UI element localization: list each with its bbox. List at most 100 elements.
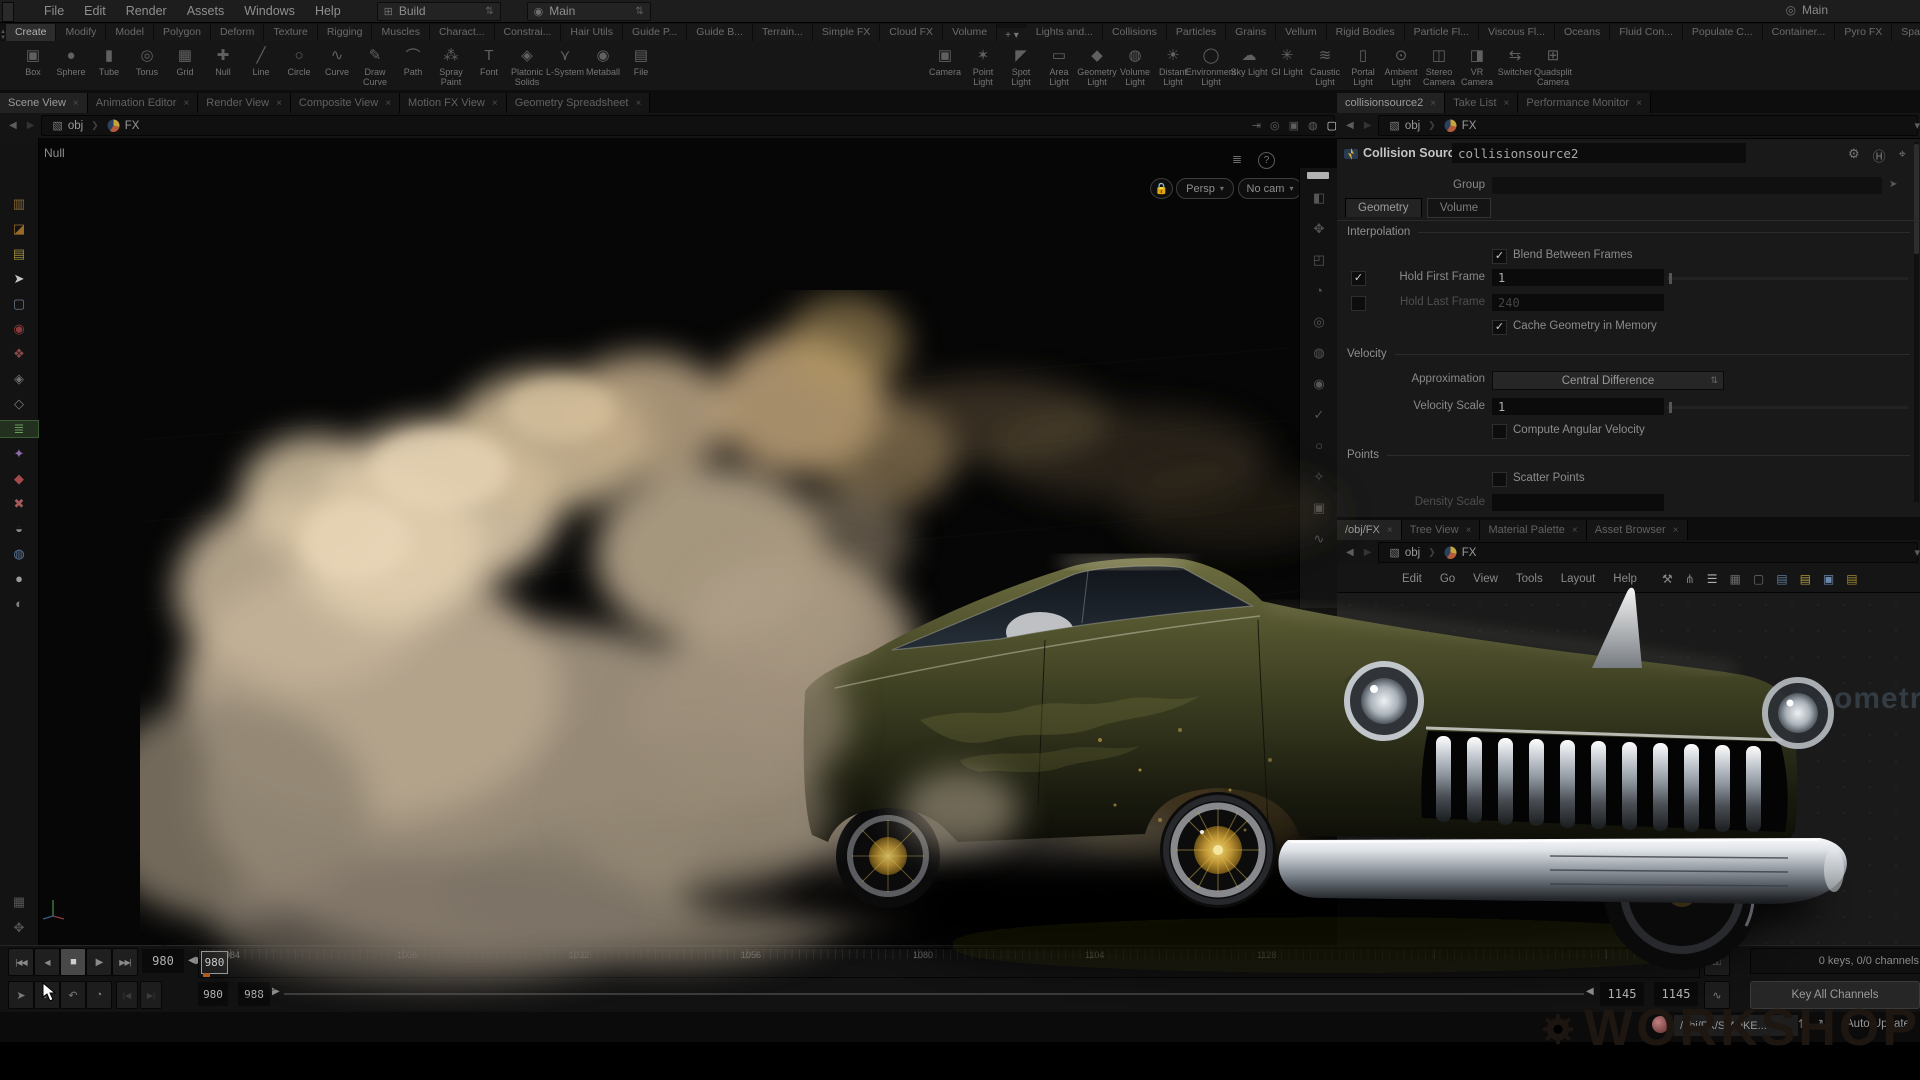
shelf-tool[interactable]: ✳ GI Light xyxy=(1268,41,1306,87)
shelf-tool[interactable]: ⌒ Path xyxy=(394,41,432,87)
pane-tab[interactable]: Performance Monitor× xyxy=(1518,93,1651,113)
go-to-end-button[interactable]: ▶▶| xyxy=(112,948,138,976)
node-blast5[interactable] xyxy=(1577,676,1631,695)
menu-item[interactable]: Tools xyxy=(1507,573,1552,585)
menu-item[interactable]: Render xyxy=(116,4,177,18)
houdini-badge-icon[interactable]: Ⓗ xyxy=(1873,146,1886,165)
folder-tab-volume[interactable]: Volume xyxy=(1427,198,1491,218)
shelf-tool[interactable]: ∿ Curve xyxy=(318,41,356,87)
shelf-tool[interactable]: ▭ Area Light xyxy=(1040,41,1078,87)
velocity-scale-field[interactable]: 1 xyxy=(1492,398,1664,415)
toolbar-grip[interactable] xyxy=(1307,172,1329,179)
blend-between-frames-checkbox[interactable]: ✓ xyxy=(1492,249,1507,264)
global-end-field[interactable]: 1145 xyxy=(1654,982,1698,1006)
shelf-tool[interactable]: ◫ Stereo Camera xyxy=(1420,41,1458,87)
hold-first-frame-field[interactable]: 1 xyxy=(1492,269,1664,286)
path-field[interactable]: ▧obj ❯ FX xyxy=(1378,115,1918,136)
audio-icon[interactable]: ♫ xyxy=(34,981,60,1009)
close-tab-icon[interactable]: × xyxy=(1572,525,1578,536)
pane-tab[interactable]: Asset Browser× xyxy=(1587,520,1688,540)
shelf-tab[interactable]: Polygon xyxy=(154,24,211,41)
viewport-tool-icon[interactable]: ◈ xyxy=(0,371,38,387)
shelf-tab[interactable]: Lights and... xyxy=(1027,24,1103,41)
menu-item[interactable]: Windows xyxy=(234,4,305,18)
close-tab-icon[interactable]: × xyxy=(492,98,498,109)
menu-item[interactable]: View xyxy=(1464,573,1507,585)
back-icon[interactable]: ◀ xyxy=(1343,547,1357,558)
hold-first-frame-slider[interactable] xyxy=(1667,277,1908,280)
view-option-icon[interactable]: ○ xyxy=(1300,438,1337,453)
shelf-add-tab-button[interactable]: + ▾ xyxy=(997,28,1027,41)
cook-node-path-field[interactable]: /obj/FX/SMOKE... xyxy=(1674,1015,1798,1036)
close-tab-icon[interactable]: × xyxy=(276,98,282,109)
pane-tab[interactable]: Composite View× xyxy=(291,93,400,113)
viewport-tool-icon[interactable]: ◇ xyxy=(0,396,38,412)
close-tab-icon[interactable]: × xyxy=(183,98,189,109)
notes-blue-icon[interactable]: ▤ xyxy=(1776,572,1787,586)
viewport-tool-icon[interactable]: ▤ xyxy=(0,246,38,262)
current-frame-field[interactable]: 980 xyxy=(142,949,184,973)
shelf-tab[interactable]: Rigging xyxy=(318,24,373,41)
shelf-tab[interactable]: Model xyxy=(106,24,154,41)
view-option-icon[interactable]: ◔ xyxy=(1300,283,1337,298)
view-option-icon[interactable]: ∿ xyxy=(1300,531,1337,547)
view-option-icon[interactable]: ✓ xyxy=(1300,407,1337,423)
viewport-tool-icon[interactable]: ➤ xyxy=(0,271,38,287)
shelf-tab[interactable]: Oceans xyxy=(1555,24,1610,41)
close-tab-icon[interactable]: × xyxy=(1636,98,1642,109)
section-interpolation[interactable]: Interpolation xyxy=(1347,226,1910,238)
menu-set-selector[interactable]: ◉ Main ⇅ xyxy=(527,2,651,21)
view-option-icon[interactable]: ▣ xyxy=(1300,500,1337,516)
folder-tab-geometry[interactable]: Geometry xyxy=(1345,198,1422,217)
close-tab-icon[interactable]: × xyxy=(73,98,79,109)
shelf-tool[interactable]: ✶ Point Light xyxy=(964,41,1002,87)
scatter-points-checkbox[interactable] xyxy=(1492,472,1507,487)
window-icon[interactable]: ▣ xyxy=(1823,572,1834,586)
update-mode-dropdown[interactable]: Auto Update xyxy=(1846,1018,1910,1030)
shelf-tab[interactable]: Volume xyxy=(943,24,997,41)
back-icon[interactable]: ◀ xyxy=(6,120,20,131)
node-name-field[interactable]: collisionsource2 xyxy=(1452,143,1746,163)
shelf-tab[interactable]: Charact... xyxy=(430,24,495,41)
shelf-tool[interactable]: ▣ Box xyxy=(14,41,52,87)
range-slider[interactable] xyxy=(284,993,1584,995)
menu-item[interactable]: Help xyxy=(1604,573,1646,585)
shelf-tab[interactable]: Collisions xyxy=(1103,24,1167,41)
pane-tab[interactable]: Geometry Spreadsheet× xyxy=(507,93,651,113)
realtime-toggle-icon[interactable]: ◔ xyxy=(86,981,112,1009)
compute-angular-velocity-checkbox[interactable] xyxy=(1492,424,1507,439)
menu-item[interactable]: Help xyxy=(305,4,351,18)
viewport-tool-icon[interactable]: ❖ xyxy=(0,346,38,362)
pane-tab[interactable]: Take List× xyxy=(1445,93,1518,113)
close-tab-icon[interactable]: × xyxy=(1673,525,1679,536)
shelf-tab[interactable]: Deform xyxy=(211,24,264,41)
menu-item[interactable]: Edit xyxy=(74,4,116,18)
shelf-tab[interactable]: Grains xyxy=(1226,24,1276,41)
viewport-tool-icon[interactable]: ◉ xyxy=(0,321,38,337)
shelf-tab[interactable]: Vellum xyxy=(1276,24,1327,41)
shelf-tool[interactable]: ⇆ Switcher xyxy=(1496,41,1534,87)
approximation-dropdown[interactable]: Central Difference⇅ xyxy=(1492,371,1724,390)
view-option-icon[interactable]: ◉ xyxy=(1300,376,1337,392)
display-options-icon[interactable]: ≣ xyxy=(1232,152,1242,169)
group-field[interactable] xyxy=(1492,177,1882,194)
menu-item[interactable]: Layout xyxy=(1552,573,1605,585)
viewport-tool-icon[interactable]: ✥ xyxy=(0,920,38,936)
stop-button[interactable]: ■ xyxy=(60,948,86,976)
density-scale-field[interactable] xyxy=(1492,494,1664,511)
shelf-tab[interactable]: Guide B... xyxy=(687,24,753,41)
shelf-tool[interactable]: ◈ Platonic Solids xyxy=(508,41,546,87)
close-tab-icon[interactable]: × xyxy=(1387,525,1393,536)
section-points[interactable]: Points xyxy=(1347,449,1910,461)
menu-item[interactable]: File xyxy=(34,4,74,18)
search-icon[interactable]: ⌖ xyxy=(1899,146,1906,165)
shelf-tab[interactable]: Sparse Pyr... xyxy=(1892,24,1920,41)
viewport-tool-icon[interactable]: ▥ xyxy=(0,196,38,212)
pin-tab-icon[interactable]: ⇥ xyxy=(1252,119,1261,132)
shelf-tool[interactable]: ⊞ Quadsplit Camera xyxy=(1534,41,1572,87)
shelf-tool[interactable]: ◍ Volume Light xyxy=(1116,41,1154,87)
viewport-3d[interactable]: ⌕ Null ≣ ? 🔒 Persp▾ No cam▾ ▥◪▤➤▢◉❖◈◇≣✦◆… xyxy=(0,138,1337,945)
dots-layout-icon[interactable]: ▢ xyxy=(1753,572,1764,586)
wrench-icon[interactable]: ⚒ xyxy=(1662,572,1673,586)
shelf-tool[interactable]: ▮ Tube xyxy=(90,41,128,87)
